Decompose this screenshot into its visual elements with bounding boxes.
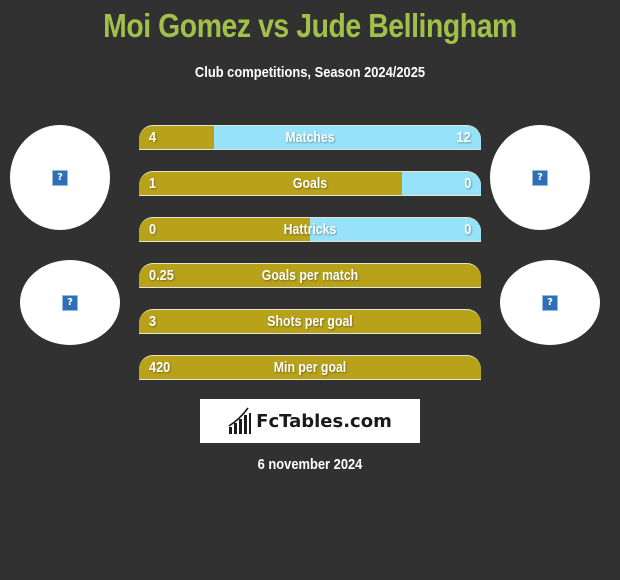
stat-label: Goals per match — [261, 267, 359, 284]
right-value: 0 — [463, 175, 471, 192]
broken-image-icon: ? — [62, 294, 78, 311]
broken-image-icon: ? — [542, 294, 558, 311]
logo-text: FcTables.com — [256, 410, 392, 432]
stat-row-shots-per-goal: 3 Shots per goal — [139, 309, 481, 334]
left-value: 0 — [149, 221, 157, 238]
page-title: Moi Gomez vs Jude Bellingham — [103, 7, 517, 44]
stat-row-goals: 1 Goals 0 — [139, 171, 481, 196]
stat-label: Hattricks — [283, 221, 337, 238]
right-player-photo: ? — [490, 125, 590, 230]
stat-label: Goals — [292, 175, 328, 192]
right-value: 0 — [463, 221, 471, 238]
stat-row-goals-per-match: 0.25 Goals per match — [139, 263, 481, 288]
stat-label: Shots per goal — [267, 313, 353, 330]
stat-label: Matches — [285, 129, 335, 146]
right-club-logo: ? — [500, 260, 600, 345]
bar-chart-icon — [228, 407, 252, 434]
left-value: 4 — [149, 129, 157, 146]
left-value: 420 — [149, 359, 171, 376]
stat-label: Min per goal — [273, 359, 347, 376]
page-subtitle: Club competitions, Season 2024/2025 — [194, 64, 426, 81]
stat-row-hattricks: 0 Hattricks 0 — [139, 217, 481, 242]
stat-row-matches: 4 Matches 12 — [139, 125, 481, 150]
broken-image-icon: ? — [532, 169, 548, 186]
fctables-logo[interactable]: FcTables.com — [200, 399, 420, 443]
left-club-logo: ? — [20, 260, 120, 345]
date-label: 6 november 2024 — [257, 456, 363, 473]
right-value: 12 — [456, 129, 471, 146]
broken-image-icon: ? — [52, 169, 68, 186]
left-value: 3 — [149, 313, 157, 330]
left-value: 1 — [149, 175, 157, 192]
left-player-photo: ? — [10, 125, 110, 230]
stat-row-min-per-goal: 420 Min per goal — [139, 355, 481, 380]
